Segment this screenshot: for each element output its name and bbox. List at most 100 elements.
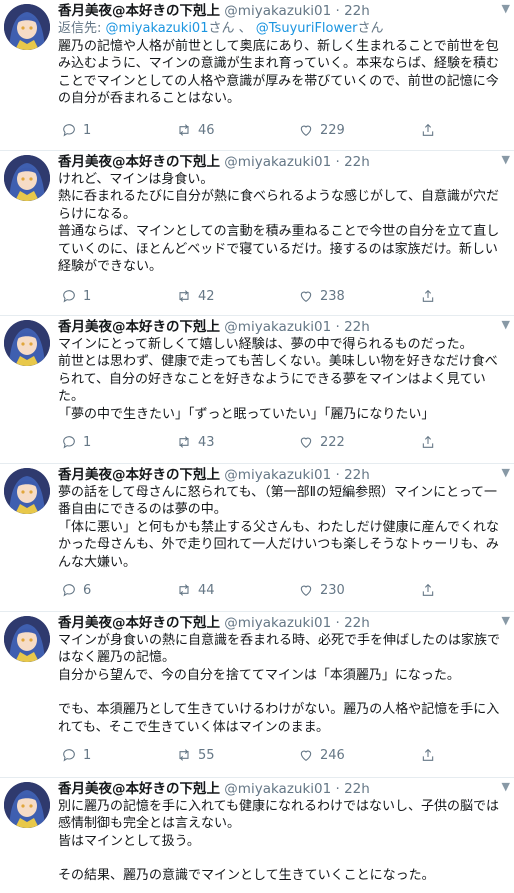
- tweet-header: 香月美夜@本好きの下剋上 @miyakazuki01 · 22h: [58, 318, 506, 336]
- reply-icon: [63, 124, 75, 137]
- retweet-button[interactable]: 42: [176, 288, 215, 304]
- retweet-button[interactable]: 46: [176, 122, 215, 138]
- reply-count: 1: [83, 747, 92, 763]
- share-icon: [422, 435, 434, 448]
- timestamp[interactable]: 22h: [344, 781, 370, 797]
- user-handle[interactable]: @miyakazuki01: [224, 154, 331, 170]
- user-handle[interactable]: @miyakazuki01: [224, 3, 331, 19]
- separator: ·: [335, 781, 340, 797]
- chevron-down-icon[interactable]: ▼: [502, 780, 510, 793]
- chevron-down-icon[interactable]: ▼: [502, 153, 510, 166]
- reply-button[interactable]: 1: [61, 434, 91, 450]
- avatar[interactable]: [4, 155, 50, 201]
- avatar[interactable]: [4, 782, 50, 828]
- tweet[interactable]: 香月美夜@本好きの下剋上 @miyakazuki01 · 22h けれど、マイン…: [0, 151, 514, 316]
- share-icon: [422, 123, 434, 136]
- separator: ·: [335, 154, 340, 170]
- tweet-text: マインにとって新しくて嬉しい経験は、夢の中で得られるものだった。 前世とは思わず…: [58, 336, 506, 423]
- reply-button[interactable]: 1: [61, 122, 91, 138]
- tweet[interactable]: 香月美夜@本好きの下剋上 @miyakazuki01 · 22h 別に麗乃の記憶…: [0, 778, 514, 893]
- reply-icon: [63, 749, 75, 762]
- avatar[interactable]: [4, 468, 50, 514]
- mention-link[interactable]: @TsuyuriFlower: [256, 21, 358, 36]
- reply-button[interactable]: 1: [61, 288, 91, 304]
- chevron-down-icon[interactable]: ▼: [502, 318, 510, 331]
- like-button[interactable]: 229: [298, 122, 345, 138]
- retweet-button[interactable]: 44: [176, 582, 215, 598]
- heart-icon: [300, 585, 312, 596]
- like-button[interactable]: 246: [298, 747, 345, 763]
- timestamp[interactable]: 22h: [344, 467, 370, 483]
- share-button[interactable]: [420, 122, 436, 138]
- tweet-line: 「体に悪い」と何もかも禁止する父さんも、わたしだけ健康に産んでくれなかった母さん…: [58, 519, 499, 570]
- user-handle[interactable]: @miyakazuki01: [224, 467, 331, 483]
- timestamp[interactable]: 22h: [344, 319, 370, 335]
- display-name[interactable]: 香月美夜@本好きの下剋上: [58, 615, 220, 631]
- share-button[interactable]: [420, 582, 436, 598]
- reply-icon: [63, 436, 75, 449]
- action-bar: 1 46 229: [58, 122, 506, 142]
- timestamp[interactable]: 22h: [344, 3, 370, 19]
- tweet-line: 皆はマインとして扱う。: [58, 833, 200, 849]
- like-button[interactable]: 238: [298, 288, 345, 304]
- reply-suffix: さん: [357, 21, 384, 36]
- heart-icon: [300, 437, 312, 448]
- tweet-text: 夢の話をして母さんに怒られても、（第一部Ⅱの短編参照）マインにとって一番自由にで…: [58, 484, 506, 571]
- display-name[interactable]: 香月美夜@本好きの下剋上: [58, 154, 220, 170]
- avatar[interactable]: [4, 320, 50, 366]
- tweet[interactable]: 香月美夜@本好きの下剋上 @miyakazuki01 · 22h 夢の話をして母…: [0, 464, 514, 612]
- retweet-button[interactable]: 43: [176, 434, 215, 450]
- retweet-icon: [179, 436, 189, 448]
- tweet[interactable]: 香月美夜@本好きの下剋上 @miyakazuki01 · 22h マインにとって…: [0, 316, 514, 464]
- tweet-text: マインが身食いの熱に自意識を呑まれる時、必死で手を伸ばしたのは家族ではなく麗乃の…: [58, 632, 506, 736]
- tweet[interactable]: 香月美夜@本好きの下剋上 @miyakazuki01 · 22h 返信先: @m…: [0, 0, 514, 151]
- tweet-line: 熱に呑まれるたびに自分が熱に食べられるような感じがして、自意識が穴だらけになる。: [58, 189, 499, 222]
- separator: ·: [335, 3, 340, 19]
- timeline: 香月美夜@本好きの下剋上 @miyakazuki01 · 22h 返信先: @m…: [0, 0, 514, 893]
- heart-icon: [300, 291, 312, 302]
- tweet-line: 自分から望んで、今の自分を捨ててマインは「本須麗乃」になった。: [58, 667, 460, 683]
- tweet[interactable]: 香月美夜@本好きの下剋上 @miyakazuki01 · 22h マインが身食い…: [0, 612, 514, 778]
- share-button[interactable]: [420, 434, 436, 450]
- reply-count: 1: [83, 122, 92, 138]
- user-handle[interactable]: @miyakazuki01: [224, 615, 331, 631]
- like-count: 230: [320, 582, 345, 598]
- reply-button[interactable]: 1: [61, 747, 91, 763]
- like-count: 246: [320, 747, 345, 763]
- user-handle[interactable]: @miyakazuki01: [224, 319, 331, 335]
- chevron-down-icon[interactable]: ▼: [502, 2, 510, 15]
- mention-link[interactable]: @miyakazuki01: [106, 21, 209, 36]
- avatar[interactable]: [4, 4, 50, 50]
- separator: ·: [335, 467, 340, 483]
- tweet-text: けれど、マインは身食い。 熱に呑まれるたびに自分が熱に食べられるような感じがして…: [58, 171, 506, 275]
- display-name[interactable]: 香月美夜@本好きの下剋上: [58, 319, 220, 335]
- tweet-header: 香月美夜@本好きの下剋上 @miyakazuki01 · 22h: [58, 780, 506, 798]
- like-button[interactable]: 222: [298, 434, 345, 450]
- reply-icon: [63, 584, 75, 597]
- reply-button[interactable]: 6: [61, 582, 91, 598]
- chevron-down-icon[interactable]: ▼: [502, 466, 510, 479]
- like-count: 229: [320, 122, 345, 138]
- timestamp[interactable]: 22h: [344, 154, 370, 170]
- share-icon: [422, 748, 434, 761]
- share-button[interactable]: [420, 288, 436, 304]
- user-handle[interactable]: @miyakazuki01: [224, 781, 331, 797]
- tweet-line: 前世とは思わず、健康で走っても苦しくない。美味しい物を好きなだけ食べられて、自分…: [58, 354, 498, 405]
- reply-mid: さん 、: [208, 21, 252, 36]
- display-name[interactable]: 香月美夜@本好きの下剋上: [58, 781, 220, 797]
- share-button[interactable]: [420, 747, 436, 763]
- retweet-button[interactable]: 55: [176, 747, 215, 763]
- tweet-line: でも、本須麗乃として生きていけるわけがない。麗乃の人格や記憶を手に入れても、そこ…: [58, 702, 500, 735]
- timestamp[interactable]: 22h: [344, 615, 370, 631]
- avatar[interactable]: [4, 616, 50, 662]
- display-name[interactable]: 香月美夜@本好きの下剋上: [58, 467, 220, 483]
- reply-prefix: 返信先:: [58, 21, 102, 36]
- share-icon: [422, 289, 434, 302]
- reply-count: 1: [83, 288, 92, 304]
- like-button[interactable]: 230: [298, 582, 345, 598]
- display-name[interactable]: 香月美夜@本好きの下剋上: [58, 3, 220, 19]
- chevron-down-icon[interactable]: ▼: [502, 614, 510, 627]
- retweet-count: 42: [198, 288, 215, 304]
